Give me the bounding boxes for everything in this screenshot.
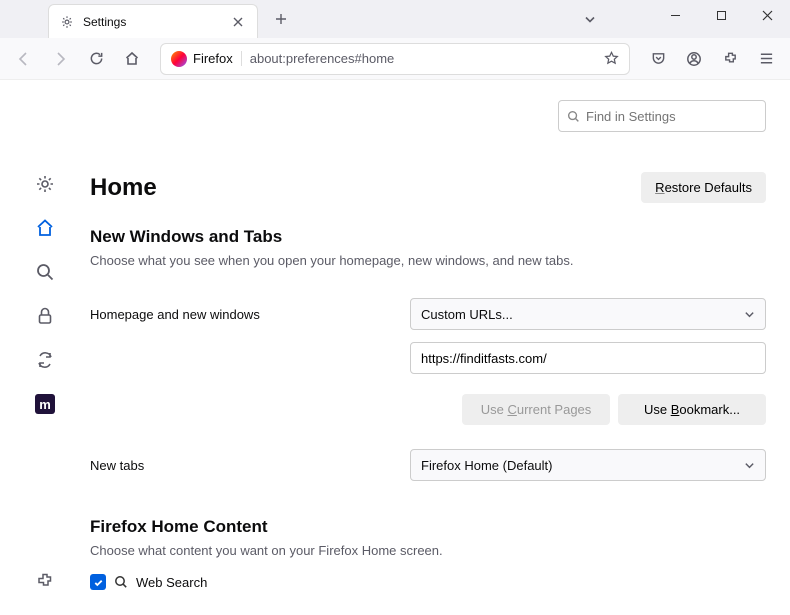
sidebar-item-privacy[interactable] — [31, 302, 59, 330]
urlbar[interactable]: Firefox about:preferences#home — [160, 43, 630, 75]
menu-button[interactable] — [750, 43, 782, 75]
websearch-checkbox[interactable] — [90, 574, 106, 590]
maximize-button[interactable] — [698, 0, 744, 30]
section-new-windows-desc: Choose what you see when you open your h… — [90, 253, 766, 268]
newtabs-select-value: Firefox Home (Default) — [421, 458, 552, 473]
minimize-button[interactable] — [652, 0, 698, 30]
settings-sidebar: m — [0, 80, 90, 615]
websearch-label: Web Search — [136, 575, 207, 590]
search-icon — [114, 575, 128, 589]
close-icon[interactable] — [229, 13, 247, 31]
nav-toolbar: Firefox about:preferences#home — [0, 38, 790, 80]
sidebar-item-extensions[interactable] — [31, 567, 59, 595]
tab-settings[interactable]: Settings — [48, 4, 258, 38]
tab-title: Settings — [83, 15, 221, 29]
firefox-icon — [171, 51, 187, 67]
sidebar-item-general[interactable] — [31, 170, 59, 198]
section-home-content-title: Firefox Home Content — [90, 517, 766, 537]
page-title: Home — [90, 174, 157, 202]
settings-main: Home Restore Defaults New Windows and Ta… — [90, 80, 790, 615]
tabs-dropdown[interactable] — [575, 4, 605, 34]
tabs-strip: Settings — [0, 0, 296, 38]
home-button[interactable] — [116, 43, 148, 75]
find-settings-input[interactable] — [586, 109, 762, 124]
sidebar-item-search[interactable] — [31, 258, 59, 286]
newtabs-label: New tabs — [90, 458, 410, 473]
url-text: about:preferences#home — [250, 51, 596, 66]
use-current-pages-button[interactable]: Use Current Pages — [462, 394, 610, 425]
find-settings-box[interactable] — [558, 100, 766, 132]
sidebar-item-home[interactable] — [31, 214, 59, 242]
search-icon — [567, 110, 580, 123]
sidebar-item-more[interactable]: m — [31, 390, 59, 418]
homepage-label: Homepage and new windows — [90, 307, 410, 322]
use-bookmark-button[interactable]: Use Bookmark... — [618, 394, 766, 425]
identity-label: Firefox — [193, 51, 242, 66]
back-button[interactable] — [8, 43, 40, 75]
homepage-url-input[interactable] — [410, 342, 766, 374]
chevron-down-icon — [744, 309, 755, 320]
forward-button[interactable] — [44, 43, 76, 75]
sidebar-item-sync[interactable] — [31, 346, 59, 374]
bookmark-star-icon[interactable] — [604, 51, 619, 66]
close-button[interactable] — [744, 0, 790, 30]
new-tab-button[interactable] — [266, 4, 296, 34]
window-controls — [652, 0, 790, 30]
identity-box[interactable]: Firefox — [171, 51, 242, 67]
chevron-down-icon — [744, 460, 755, 471]
newtabs-select[interactable]: Firefox Home (Default) — [410, 449, 766, 481]
section-home-content-desc: Choose what content you want on your Fir… — [90, 543, 766, 558]
homepage-select[interactable]: Custom URLs... — [410, 298, 766, 330]
reload-button[interactable] — [80, 43, 112, 75]
account-button[interactable] — [678, 43, 710, 75]
homepage-select-value: Custom URLs... — [421, 307, 513, 322]
extensions-button[interactable] — [714, 43, 746, 75]
restore-defaults-button[interactable]: Restore Defaults — [641, 172, 766, 203]
window-titlebar: Settings — [0, 0, 790, 38]
pocket-button[interactable] — [642, 43, 674, 75]
gear-icon — [59, 14, 75, 30]
section-new-windows-title: New Windows and Tabs — [90, 227, 766, 247]
